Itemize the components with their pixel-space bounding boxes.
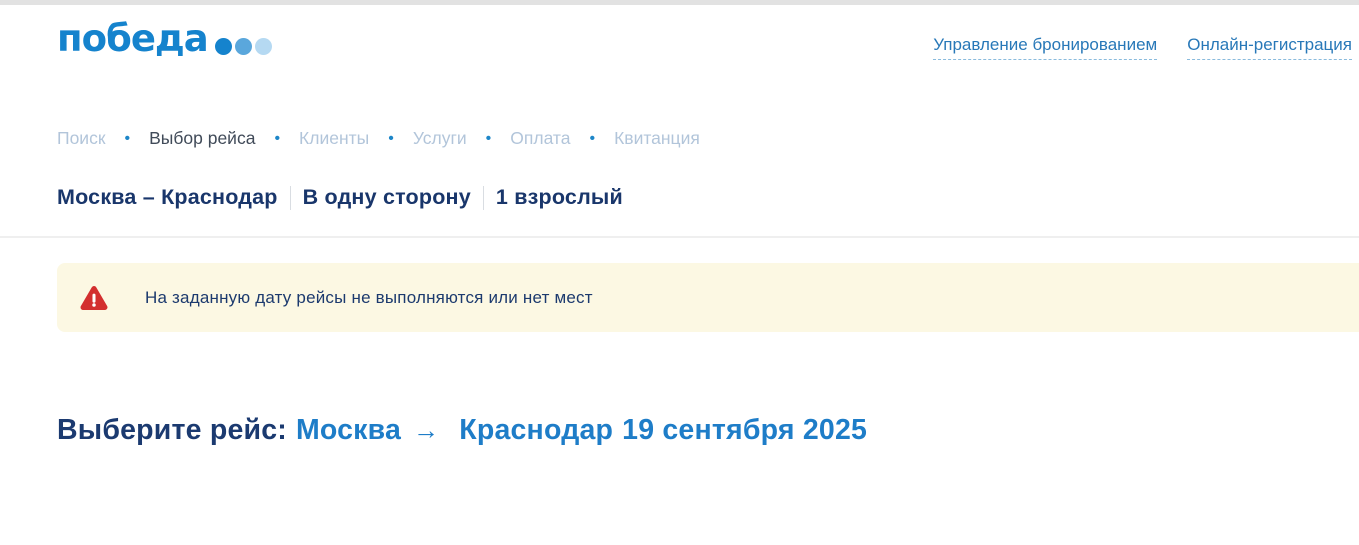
logo-text: победа — [57, 20, 208, 57]
warning-triangle-icon — [80, 285, 108, 311]
step-services[interactable]: Услуги — [413, 128, 467, 149]
heading-destination-city: Краснодар — [459, 414, 613, 447]
step-search[interactable]: Поиск — [57, 128, 106, 149]
select-flight-heading: Выберите рейс: Москва → Краснодар 19 сен… — [57, 414, 867, 447]
step-clients[interactable]: Клиенты — [299, 128, 369, 149]
heading-flight-date: 19 сентября 2025 — [622, 414, 867, 447]
step-receipt[interactable]: Квитанция — [614, 128, 700, 149]
trip-route: Москва – Краснодар — [57, 185, 278, 210]
pobeda-logo[interactable]: победа — [57, 20, 272, 57]
header-links: Управление бронированием Онлайн-регистра… — [933, 35, 1352, 60]
heading-prefix: Выберите рейс: — [57, 414, 287, 447]
logo-dot-dark-icon — [215, 38, 232, 55]
logo-dots-icon — [212, 38, 272, 55]
alert-message: На заданную дату рейсы не выполняются ил… — [145, 288, 593, 308]
logo-dot-medium-icon — [235, 38, 252, 55]
trip-type: В одну сторону — [303, 185, 471, 210]
trip-passengers: 1 взрослый — [496, 185, 623, 210]
top-border-strip — [0, 0, 1359, 5]
breadcrumb-separator-dot: • — [274, 130, 280, 148]
step-flight-selection[interactable]: Выбор рейса — [149, 128, 255, 149]
trip-summary-divider — [290, 186, 291, 210]
no-flights-alert: На заданную дату рейсы не выполняются ил… — [57, 263, 1359, 332]
step-payment[interactable]: Оплата — [510, 128, 570, 149]
page: победа Управление бронированием Онлайн-р… — [0, 0, 1359, 545]
trip-summary-divider — [483, 186, 484, 210]
breadcrumb-separator-dot: • — [589, 130, 595, 148]
breadcrumb-separator-dot: • — [388, 130, 394, 148]
trip-summary: Москва – Краснодар В одну сторону 1 взро… — [57, 185, 623, 210]
logo-dot-light-icon — [255, 38, 272, 55]
header-divider — [0, 236, 1359, 238]
route-arrow-icon: → — [413, 415, 439, 446]
heading-origin-city: Москва — [296, 414, 401, 447]
online-checkin-link[interactable]: Онлайн-регистрация — [1187, 35, 1352, 60]
booking-steps-breadcrumb: Поиск • Выбор рейса • Клиенты • Услуги •… — [57, 128, 700, 149]
breadcrumb-separator-dot: • — [486, 130, 492, 148]
manage-booking-link[interactable]: Управление бронированием — [933, 35, 1157, 60]
breadcrumb-separator-dot: • — [125, 130, 131, 148]
